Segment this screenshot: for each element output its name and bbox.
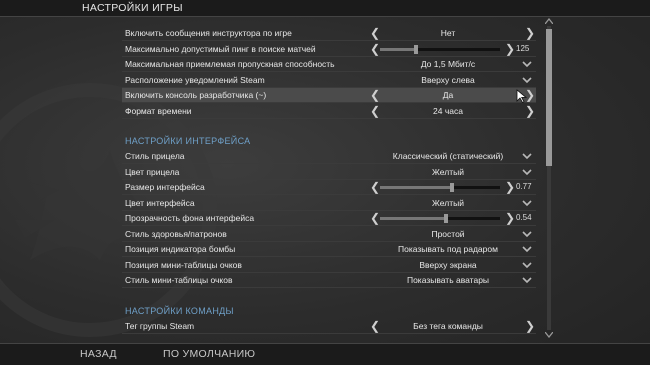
setting-value: Показывать аватары <box>406 275 490 285</box>
setting-value: Желтый <box>432 166 464 177</box>
chevron-down-icon[interactable] <box>521 243 533 255</box>
chevron-down-icon[interactable] <box>521 58 533 70</box>
setting-row[interactable]: Формат времени ❮ 24 часа ❯ <box>122 104 536 119</box>
setting-label: Максимальная приемлемая пропускная спосо… <box>125 59 335 69</box>
slider-knob[interactable] <box>450 183 454 192</box>
chevron-down-icon[interactable] <box>521 274 533 286</box>
setting-label: Тег группы Steam <box>125 321 195 331</box>
setting-label: Позиция индикатора бомбы <box>125 244 236 254</box>
setting-value: Простой <box>431 228 465 239</box>
setting-row[interactable]: Максимальная приемлемая пропускная спосо… <box>122 57 536 72</box>
slider-knob[interactable] <box>414 44 418 54</box>
section-heading: НАСТРОЙКИ КОМАНДЫ <box>125 306 234 316</box>
chevron-down-icon[interactable] <box>521 150 533 162</box>
mouse-cursor-icon <box>516 89 528 103</box>
setting-row[interactable]: Позиция индикатора бомбы Показывать под р… <box>122 242 536 257</box>
arrow-right-icon[interactable]: ❯ <box>525 319 535 333</box>
slider-knob[interactable] <box>444 214 448 223</box>
slider-value: 0.77 <box>516 182 532 191</box>
arrow-right-icon[interactable]: ❯ <box>525 104 535 118</box>
slider-value: 0.54 <box>516 213 532 222</box>
setting-value: Нет <box>440 28 456 38</box>
slider-fill <box>380 186 452 189</box>
settings-panel: Включить сообщения инструктора по игре ❮ Н… <box>122 22 536 338</box>
scroll-up-icon[interactable] <box>545 18 553 24</box>
setting-row[interactable]: Стиль прицела Классический (статический) <box>122 149 536 164</box>
setting-label: Включить сообщения инструктора по игре <box>125 28 292 38</box>
slider-track[interactable] <box>380 44 500 54</box>
scroll-thumb[interactable] <box>546 29 552 166</box>
slider-fill <box>380 217 446 220</box>
setting-label: Цвет прицела <box>125 166 180 177</box>
bottom-bar: НАЗАД ПО УМОЛЧАНИЮ <box>0 343 650 365</box>
scroll-down-icon[interactable] <box>545 332 553 338</box>
setting-row[interactable]: Прозрачность фона интерфейса ❮ ❯ 0.54 <box>122 211 536 226</box>
setting-label: Формат времени <box>125 105 192 116</box>
setting-value: Классический (статический) <box>392 151 504 161</box>
arrow-right-icon[interactable]: ❯ <box>505 42 515 56</box>
slider-fill <box>380 47 416 51</box>
arrow-left-icon[interactable]: ❮ <box>370 211 380 225</box>
setting-label: Размер интерфейса <box>125 182 205 192</box>
back-button[interactable]: НАЗАД <box>80 348 117 360</box>
setting-label: Расположение уведомлений Steam <box>125 74 265 85</box>
setting-row[interactable]: Цвет прицела Желтый <box>122 165 536 180</box>
setting-value: Вверху слева <box>421 74 475 85</box>
setting-row[interactable]: Включить сообщения инструктора по игре ❮ Н… <box>122 26 536 41</box>
slider-value: 125 <box>516 43 530 53</box>
setting-value: Да <box>442 90 454 100</box>
setting-value: Показывать под радаром <box>398 244 498 254</box>
setting-row[interactable]: Тег группы Steam ❮ Без тега команды ❯ <box>122 319 536 334</box>
setting-row[interactable]: Стиль мини-таблицы очков Показывать авата… <box>122 273 536 288</box>
setting-value: Вверху экрана <box>419 259 477 270</box>
setting-label: Стиль мини-таблицы очков <box>125 275 233 285</box>
setting-label: Максимально допустимый пинг в поиске мат… <box>125 43 316 54</box>
chevron-down-icon[interactable] <box>521 74 533 86</box>
arrow-right-icon[interactable]: ❯ <box>505 180 515 194</box>
setting-label: Стиль здоровья/патронов <box>125 228 227 239</box>
slider-track[interactable] <box>380 214 500 223</box>
arrow-right-icon[interactable]: ❯ <box>525 26 535 40</box>
setting-value: Желтый <box>432 197 464 208</box>
setting-label: Прозрачность фона интерфейса <box>125 213 255 223</box>
setting-label: Включить консоль разработчика (~) <box>125 90 267 100</box>
section-heading: НАСТРОЙКИ ИНТЕРФЕЙСА <box>125 136 251 146</box>
setting-row[interactable]: Цвет интерфейса Желтый <box>122 196 536 211</box>
chevron-down-icon[interactable] <box>521 197 533 209</box>
setting-value: До 1,5 Мбит/с <box>420 59 476 69</box>
setting-row[interactable]: Включить консоль разработчика (~) ❮ Да ❯ <box>122 88 536 103</box>
arrow-right-icon[interactable]: ❯ <box>505 211 515 225</box>
defaults-button[interactable]: ПО УМОЛЧАНИЮ <box>163 348 255 360</box>
window-title: НАСТРОЙКИ ИГРЫ <box>82 2 183 14</box>
chevron-down-icon[interactable] <box>521 228 533 240</box>
setting-value: 24 часа <box>433 105 463 116</box>
setting-label: Цвет интерфейса <box>125 197 195 208</box>
setting-row[interactable]: Стиль здоровья/патронов Простой <box>122 227 536 242</box>
chevron-down-icon[interactable] <box>521 259 533 271</box>
setting-row[interactable]: Максимально допустимый пинг в поиске мат… <box>122 42 536 57</box>
setting-value: Без тега команды <box>413 321 483 331</box>
setting-label: Стиль прицела <box>125 151 185 161</box>
setting-row[interactable]: Расположение уведомлений Steam Вверху сле… <box>122 73 536 88</box>
slider-track[interactable] <box>380 183 500 192</box>
chevron-down-icon[interactable] <box>521 166 533 178</box>
setting-row[interactable]: Позиция мини-таблицы очков Вверху экрана <box>122 258 536 273</box>
setting-label: Позиция мини-таблицы очков <box>125 259 242 270</box>
arrow-left-icon[interactable]: ❮ <box>370 42 380 56</box>
arrow-left-icon[interactable]: ❮ <box>370 180 380 194</box>
title-bar: НАСТРОЙКИ ИГРЫ <box>0 0 650 17</box>
setting-row[interactable]: Размер интерфейса ❮ ❯ 0.77 <box>122 180 536 195</box>
scrollbar[interactable] <box>544 18 554 338</box>
